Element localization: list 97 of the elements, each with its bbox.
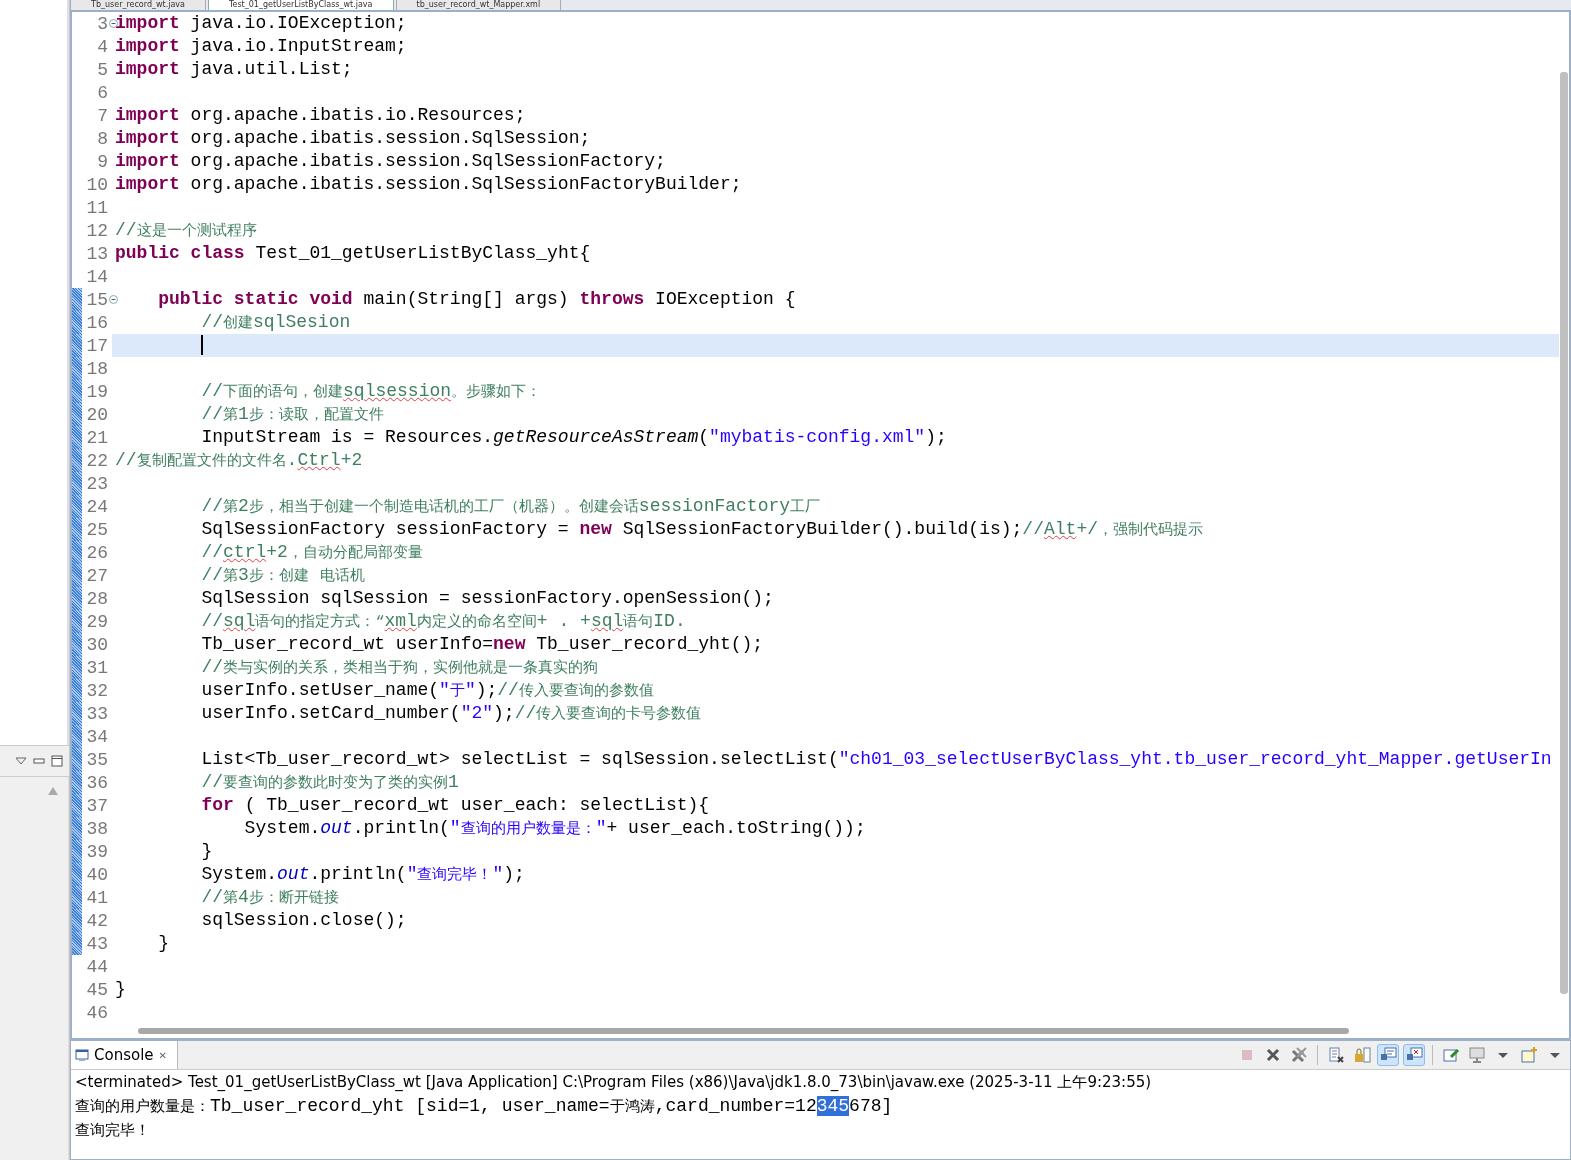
console-icon [75,1049,89,1061]
console-output-line: 查询完毕！ [75,1121,150,1140]
code-line: import org.apache.ibatis.session.SqlSession; [115,128,591,148]
code-line: userInfo.setUser_name("于");//传入要查询的参数值 [200,680,654,700]
scrollbar-thumb[interactable] [1560,72,1568,994]
scrollbar-thumb[interactable] [138,1028,1349,1034]
line-number: 40 [86,864,108,885]
code-line: } [200,841,213,861]
line-number: 17 [86,335,108,356]
code-line: } [115,979,126,999]
code-line: sqlSession.close(); [200,910,407,930]
code-line: //ctrl+2，自动分配局部变量 [200,542,423,562]
line-number: 5 [97,59,108,80]
line-number: 19 [86,381,108,402]
code-line: //创建sqlSesion [200,312,351,332]
line-number: 27 [86,565,108,586]
line-number: 28 [86,588,108,609]
console-status: <terminated> Test_01_getUserListByClass_wt [Java Application] C:\Program Files (x86)\Java\jdk1.8.0_73\bin\javaw.exe (2025-3-11 上午9:23:55) [74,1072,1153,1093]
line-number: 8 [97,128,108,149]
code-line: public class Test_01_getUserListByClass_yht{ [115,243,591,263]
code-line: public static void main(String[] args) throws IOException { [157,289,796,309]
line-number: 24 [86,496,108,517]
code-line: //第1步：读取，配置文件 [200,404,384,424]
line-number: 33 [86,703,108,724]
line-number: 38 [86,818,108,839]
line-number: 7 [97,105,108,126]
line-number: 42 [86,910,108,931]
line-number: 15 [86,289,108,310]
code-line: SqlSessionFactory sessionFactory = new SqlSessionFactoryBuilder().build(is);//Alt+/，强制代码提示 [200,519,1203,539]
line-number: 29 [86,611,108,632]
minimize-icon[interactable] [33,758,45,764]
view-menu-icon[interactable] [15,757,27,765]
line-number: 23 [86,473,108,494]
line-number: 35 [86,749,108,770]
line-number: 9 [97,151,108,172]
code-line: Tb_user_record_wt userInfo=new Tb_user_record_yht(); [200,634,764,654]
code-line: //sql语句的指定方式：“xml内定义的命名空间+ . +sql语句ID. [200,611,686,631]
line-number: 11 [86,197,108,218]
console-tab[interactable]: Console ✕ [71,1041,178,1069]
code-line: import java.io.InputStream; [115,36,407,56]
line-number: 18 [86,358,108,379]
code-line: //类与实例的关系，类相当于狗，实例他就是一条真实的狗 [200,657,599,677]
line-number: 13 [86,243,108,264]
line-number: 26 [86,542,108,563]
code-line: import org.apache.ibatis.io.Resources; [115,105,526,125]
code-line: //第4步：断开链接 [200,887,339,907]
tab-title: Console [94,1046,154,1064]
code-line: } [157,933,169,953]
monitor-icon[interactable] [1377,1044,1399,1066]
line-number: 22 [86,450,108,471]
close-icon[interactable]: ✕ [158,1049,167,1061]
line-number: 37 [86,795,108,816]
line-number: 34 [86,726,108,747]
line-number: 6 [97,82,108,103]
line-number: 20 [86,404,108,425]
text-cursor [201,335,204,356]
code-line: import java.io.IOException; [115,13,407,33]
code-line: for ( Tb_user_record_wt user_each: selectList){ [200,795,710,815]
line-number: 12 [86,220,108,241]
line-number: 43 [86,933,108,954]
code-line: //下面的语句，创建sqlsession。步骤如下： [200,381,542,401]
line-number: 41 [86,887,108,908]
maximize-icon[interactable] [51,755,63,767]
code-line: //复制配置文件的文件名.Ctrl+2 [115,450,363,470]
line-number: 3 [97,13,108,34]
code-line: List<Tb_user_record_wt> selectList = sqlSession.selectList("ch01_03_selectUserByClass_yht.tb_user_record_yht_Mapper.getUserIn [200,749,1552,769]
code-line: //第2步，相当于创建一个制造电话机的工厂（机器）。创建会话sessionFactory工厂 [200,496,821,516]
fold-icon[interactable] [109,294,118,304]
monitor-error-icon[interactable] [1403,1044,1425,1066]
fold-icon[interactable] [109,18,118,28]
line-number: 46 [86,1002,108,1023]
line-number: 14 [86,266,108,287]
line-number: 45 [86,979,108,1000]
line-number: 31 [86,657,108,678]
code-line: import org.apache.ibatis.session.SqlSessionFactoryBuilder; [115,174,742,194]
line-number: 44 [86,956,108,977]
line-number: 16 [86,312,108,333]
code-line: //这是一个测试程序 [115,220,257,240]
line-number: 36 [86,772,108,793]
code-line: import java.util.List; [115,59,353,79]
line-number: 25 [86,519,108,540]
code-line: System.out.println("查询完毕！"); [200,864,525,884]
console-output-line: 查询的用户数量是：Tb_user_record_yht [sid=1, user_name=于鸿涛,card_number=12345678] [75,1096,893,1116]
line-number: 10 [86,174,108,195]
line-number: 4 [97,36,108,57]
code-line: InputStream is = Resources.getResourceAsStream("mybatis-config.xml"); [200,427,947,447]
line-number: 21 [86,427,108,448]
line-number: 39 [86,841,108,862]
code-line: userInfo.setCard_number("2");//传入要查询的卡号参数值 [200,703,702,723]
code-line: //要查询的参数此时变为了类的实例1 [200,772,459,792]
code-line: //第3步：创建 电话机 [200,565,365,585]
code-line: SqlSession sqlSession = sessionFactory.openSession(); [200,588,774,608]
display-icon[interactable] [1466,1044,1488,1066]
line-number: 32 [86,680,108,701]
line-number: 30 [86,634,108,655]
code-line: System.out.println("查询的用户数量是："+ user_each.toString()); [243,818,866,838]
code-line: import org.apache.ibatis.session.SqlSessionFactory; [115,151,666,171]
